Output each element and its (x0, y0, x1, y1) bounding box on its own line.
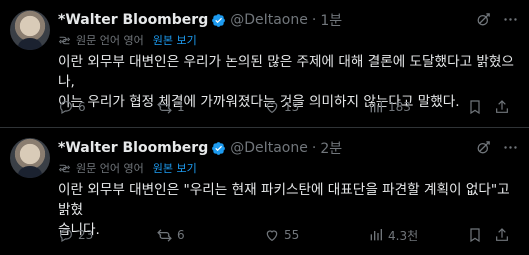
retweet-icon (156, 99, 173, 116)
view-count: 4.3천 (388, 228, 419, 243)
views-button[interactable]: 183 (368, 99, 411, 115)
like-button[interactable]: 55 (264, 227, 299, 243)
share-button[interactable] (494, 227, 510, 243)
avatar[interactable] (10, 138, 50, 178)
tweet-header: *Walter Bloomberg @DeItaone · 1분 (58, 11, 519, 29)
bookmark-button[interactable] (467, 99, 483, 115)
show-original-link[interactable]: 원본 보기 (153, 32, 197, 48)
handle[interactable]: @DeItaone (230, 12, 308, 28)
view-count: 183 (388, 100, 411, 114)
share-icon (494, 227, 510, 243)
tweet-header: *Walter Bloomberg @DeItaone · 2분 (58, 139, 519, 157)
heart-icon (264, 99, 280, 115)
timestamp[interactable]: 2분 (320, 138, 342, 158)
translate-icon (58, 34, 71, 47)
reply-button[interactable]: 6 (58, 99, 86, 115)
reply-button[interactable]: 23 (58, 227, 93, 243)
retweet-button[interactable]: 6 (156, 227, 185, 244)
grok-icon[interactable] (475, 139, 492, 160)
like-button[interactable]: 15 (264, 99, 299, 115)
translation-notice: 원문 언어 영어 원본 보기 (58, 33, 197, 47)
retweet-count: 6 (177, 228, 185, 242)
avatar[interactable] (10, 10, 50, 50)
verified-badge-icon (211, 141, 226, 156)
show-original-link[interactable]: 원본 보기 (153, 160, 197, 176)
display-name[interactable]: *Walter Bloomberg (58, 140, 208, 156)
retweet-icon (156, 227, 173, 244)
tweet[interactable]: *Walter Bloomberg @DeItaone · 2분 원문 언어 영… (0, 128, 529, 255)
retweet-count: 1 (177, 100, 185, 114)
tweet[interactable]: *Walter Bloomberg @DeItaone · 1분 원문 언어 영… (0, 0, 529, 128)
timestamp[interactable]: 1분 (320, 10, 342, 30)
verified-badge-icon (211, 13, 226, 28)
display-name[interactable]: *Walter Bloomberg (58, 12, 208, 28)
reply-icon (58, 99, 74, 115)
tweet-actions: 23 6 55 4.3천 (58, 226, 519, 244)
retweet-button[interactable]: 1 (156, 99, 185, 116)
separator-dot: · (311, 140, 317, 156)
original-language-label: 원문 언어 영어 (76, 162, 144, 175)
translate-icon (58, 162, 71, 175)
reply-count: 6 (78, 100, 86, 114)
original-language-label: 원문 언어 영어 (76, 34, 144, 47)
like-count: 15 (284, 100, 300, 114)
bookmark-button[interactable] (467, 227, 483, 243)
grok-icon[interactable] (475, 11, 492, 32)
reply-icon (58, 227, 74, 243)
tweet-actions: 6 1 15 183 (58, 98, 519, 116)
more-options-icon[interactable] (502, 11, 519, 32)
separator-dot: · (311, 12, 317, 28)
views-chart-icon (368, 227, 384, 243)
handle[interactable]: @DeItaone (230, 140, 308, 156)
share-button[interactable] (494, 99, 510, 115)
bookmark-icon (467, 99, 483, 115)
reply-count: 23 (78, 228, 94, 242)
share-icon (494, 99, 510, 115)
bookmark-icon (467, 227, 483, 243)
views-button[interactable]: 4.3천 (368, 227, 418, 244)
views-chart-icon (368, 99, 384, 115)
more-options-icon[interactable] (502, 139, 519, 160)
like-count: 55 (284, 228, 300, 242)
heart-icon (264, 227, 280, 243)
translation-notice: 원문 언어 영어 원본 보기 (58, 161, 197, 175)
